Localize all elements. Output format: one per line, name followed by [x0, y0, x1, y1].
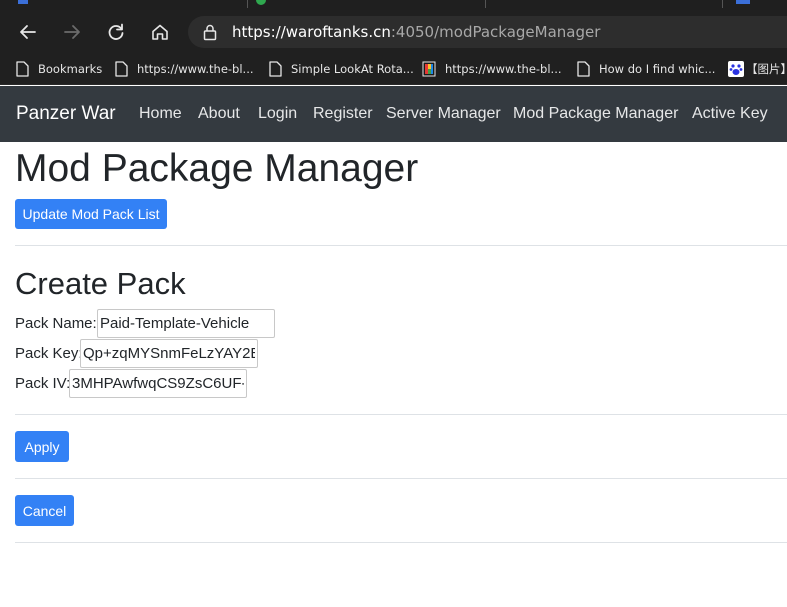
- page-icon: [267, 60, 283, 78]
- lock-icon[interactable]: [202, 23, 218, 46]
- tab-favicon-fragment[interactable]: [736, 0, 750, 4]
- reload-button[interactable]: [104, 20, 128, 44]
- pack-key-input[interactable]: [80, 339, 258, 368]
- forward-button[interactable]: [60, 20, 84, 44]
- nav-link-home[interactable]: Home: [139, 104, 182, 124]
- bookmark-item[interactable]: Simple LookAt Rota...: [267, 59, 414, 79]
- cancel-button[interactable]: Cancel: [15, 495, 74, 526]
- tab-loading-indicator: [256, 0, 266, 5]
- nav-link-server-manager[interactable]: Server Manager: [386, 104, 501, 124]
- pack-key-label: Pack Key:: [15, 345, 83, 362]
- bookmark-label: 【图片】: [746, 62, 787, 76]
- bookmark-label: Bookmarks: [38, 62, 103, 76]
- browser-toolbar: https://waroftanks.cn:4050/modPackageMan…: [0, 10, 787, 53]
- divider: [15, 414, 787, 415]
- baidu-paw-icon: [728, 60, 744, 78]
- pack-name-label: Pack Name:: [15, 315, 97, 332]
- home-button[interactable]: [148, 20, 172, 44]
- back-button[interactable]: [16, 20, 40, 44]
- colorful-site-icon: [421, 60, 437, 78]
- divider: [15, 478, 787, 479]
- tab-separator: [722, 0, 723, 8]
- bookmark-label: https://www.the-bl...: [445, 62, 562, 76]
- divider: [15, 542, 787, 543]
- tab-separator: [485, 0, 486, 8]
- page-icon: [575, 60, 591, 78]
- divider: [15, 245, 787, 246]
- pack-iv-label: Pack IV:: [15, 375, 71, 392]
- nav-link-mod-package-manager[interactable]: Mod Package Manager: [513, 104, 678, 124]
- pack-name-input[interactable]: [97, 309, 275, 338]
- create-pack-heading: Create Pack: [15, 266, 186, 301]
- address-bar[interactable]: https://waroftanks.cn:4050/modPackageMan…: [188, 16, 787, 48]
- bookmark-item[interactable]: https://www.the-bl...: [113, 59, 254, 79]
- nav-link-about[interactable]: About: [198, 104, 240, 124]
- nav-link-active-key[interactable]: Active Key: [692, 104, 768, 124]
- bookmark-label: Simple LookAt Rota...: [291, 62, 414, 76]
- navbar-brand[interactable]: Panzer War: [16, 103, 116, 125]
- url-text: https://waroftanks.cn:4050/modPackageMan…: [232, 22, 600, 42]
- tab-separator: [247, 0, 248, 8]
- browser-tab-strip: [0, 0, 787, 10]
- url-path: :4050/modPackageManager: [390, 23, 601, 41]
- page-icon: [113, 60, 129, 78]
- home-icon: [152, 24, 168, 40]
- tab-favicon-fragment[interactable]: [18, 0, 28, 4]
- back-arrow-icon: [20, 25, 36, 39]
- reload-icon: [108, 23, 124, 40]
- site-navbar: Panzer War Home About Login Register Ser…: [0, 86, 787, 142]
- page-icon: [14, 60, 30, 78]
- bookmark-label: How do I find whic...: [599, 62, 716, 76]
- bookmark-folder[interactable]: Bookmarks: [14, 59, 102, 79]
- nav-link-login[interactable]: Login: [258, 104, 297, 124]
- forward-arrow-icon: [64, 25, 80, 39]
- url-host: https://waroftanks.cn: [232, 23, 391, 41]
- bookmark-item[interactable]: 【图片】: [728, 59, 787, 79]
- page-title: Mod Package Manager: [15, 147, 419, 190]
- apply-button[interactable]: Apply: [15, 431, 69, 462]
- bookmark-item[interactable]: How do I find whic...: [575, 59, 715, 79]
- bookmark-item[interactable]: https://www.the-bl...: [421, 59, 562, 79]
- update-mod-pack-list-button[interactable]: Update Mod Pack List: [15, 199, 167, 229]
- nav-link-register[interactable]: Register: [313, 104, 373, 124]
- bookmark-label: https://www.the-bl...: [137, 62, 254, 76]
- pack-iv-input[interactable]: [69, 369, 247, 398]
- bookmarks-bar: Bookmarks https://www.the-bl... Simple L…: [0, 53, 787, 85]
